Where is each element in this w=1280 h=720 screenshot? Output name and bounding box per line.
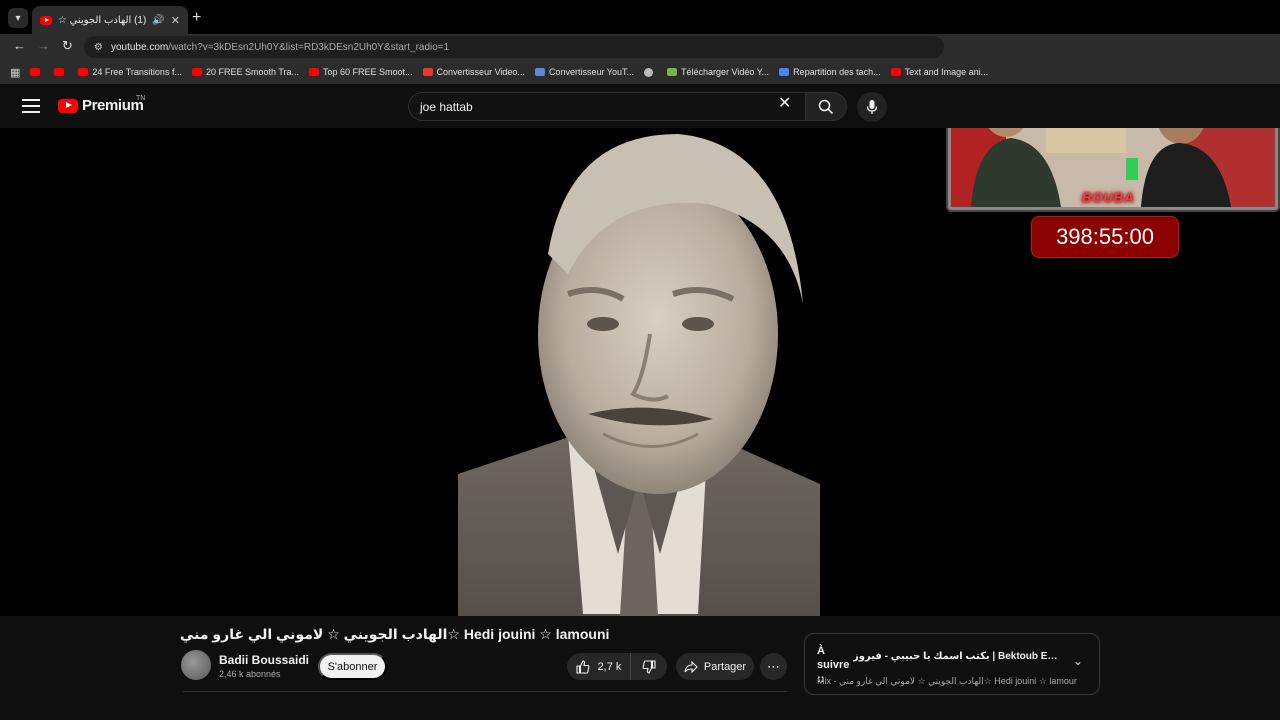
microphone-icon — [866, 100, 878, 114]
voice-search-button[interactable] — [857, 92, 887, 122]
bookmark-item[interactable] — [54, 68, 68, 76]
back-icon[interactable]: ← — [13, 38, 26, 53]
youtube-header: Premium TN joe hattab ✕ — [0, 84, 1280, 128]
logo-text: Premium — [82, 97, 144, 114]
timer-value: 398:55:00 — [1056, 224, 1154, 249]
address-bar[interactable]: ⚙ youtube.com/watch?v=3kDEsn2Uh0Y&list=R… — [84, 36, 944, 58]
country-code: TN — [136, 95, 146, 102]
divider — [183, 691, 787, 692]
youtube-favicon-icon — [40, 15, 52, 25]
youtube-logo[interactable]: Premium — [58, 97, 144, 114]
stream-timer: 398:55:00 — [1031, 216, 1179, 258]
like-dislike-group: 2,7 k — [567, 653, 667, 680]
tab-title: (1) الهادب الجويني ☆ لاموني — [58, 14, 147, 26]
download-icon — [667, 68, 677, 76]
video-details: الهادب الجويني ☆ لاموني الي غارو مني☆ He… — [0, 616, 1280, 720]
bookmark-item[interactable] — [644, 67, 657, 77]
chevron-down-icon[interactable]: ⌄ — [1073, 654, 1083, 668]
search-button[interactable] — [805, 92, 847, 121]
bookmark-item[interactable]: Convertisseur Video... — [422, 67, 525, 77]
up-next-playlist: Mix - الهادب الجويني ☆ لاموني الي غارو م… — [817, 676, 1077, 686]
url-host: youtube.com — [110, 41, 169, 53]
thumbs-down-icon — [642, 659, 656, 674]
bookmark-item[interactable]: 24 Free Transitions f... — [78, 67, 182, 77]
share-label: Partager — [703, 660, 747, 673]
new-tab-button[interactable]: + — [192, 9, 201, 27]
bookmark-item[interactable]: Télécharger Vidéo Y... — [667, 67, 769, 77]
subscribe-button[interactable]: S'abonner — [318, 653, 387, 680]
site-info-icon[interactable]: ⚙ — [94, 42, 103, 53]
search-icon — [818, 99, 834, 114]
bookmark-item[interactable]: 20 FREE Smooth Tra... — [191, 67, 299, 77]
browser-tab-strip: ▾ (1) الهادب الجويني ☆ لاموني 🔊 ✕ + — [0, 0, 1280, 34]
bookmark-item[interactable]: Convertisseur YouT... — [534, 67, 634, 77]
youtube-favicon-icon — [78, 68, 89, 76]
youtube-favicon-icon — [890, 68, 901, 76]
search-value: joe hattab — [420, 99, 473, 114]
globe-icon — [644, 67, 653, 77]
up-next-card[interactable]: À suivre :: بكتب اسمك يا حبيبي - فيروز |… — [804, 633, 1100, 695]
speaker-icon[interactable]: 🔊 — [152, 15, 164, 26]
share-icon — [684, 660, 698, 673]
more-actions-button[interactable]: ⋯ — [760, 653, 787, 680]
portrait-image — [458, 134, 820, 616]
youtube-favicon-icon — [309, 68, 319, 76]
subscriber-count: 2,46 k abonnés — [219, 669, 281, 679]
forward-icon[interactable]: → — [37, 38, 50, 53]
reload-icon[interactable]: ↻ — [62, 38, 73, 54]
bookmark-item[interactable]: Repartition des tach... — [779, 67, 881, 77]
like-button[interactable]: 2,7 k — [567, 653, 631, 680]
search-input[interactable]: joe hattab — [408, 92, 806, 121]
chevron-down-icon: ▾ — [15, 12, 21, 24]
youtube-favicon-icon — [30, 68, 41, 76]
bookmark-item[interactable]: Top 60 FREE Smoot... — [309, 67, 413, 77]
youtube-play-icon — [58, 98, 78, 113]
channel-avatar[interactable] — [181, 650, 211, 680]
up-next-title: بكتب اسمك يا حبيبي - فيروز | Bektoub Esm… — [853, 651, 1063, 662]
converter-favicon-icon — [422, 68, 433, 76]
dislike-button[interactable] — [631, 659, 667, 674]
url-path: /watch?v=3kDEsn2Uh0Y&list=RD3kDEsn2Uh0Y&… — [168, 41, 450, 53]
youtube-favicon-icon — [191, 68, 202, 76]
close-icon[interactable]: ✕ — [171, 14, 180, 27]
bookmarks-bar: ▦ 24 Free Transitions f... 20 FREE Smoot… — [0, 60, 1280, 84]
browser-tab[interactable]: (1) الهادب الجويني ☆ لاموني 🔊 ✕ — [32, 6, 188, 34]
menu-icon[interactable] — [22, 99, 40, 113]
bookmark-item[interactable]: Text and Image ani... — [890, 67, 988, 77]
share-button[interactable]: Partager — [676, 653, 754, 680]
webcam-label: BOUBA — [1082, 190, 1135, 205]
docs-icon — [779, 68, 790, 76]
thumbs-up-icon — [576, 659, 589, 674]
video-title: الهادب الجويني ☆ لاموني الي غارو مني☆ He… — [180, 626, 610, 642]
converter-favicon-icon — [534, 68, 545, 76]
more-icon: ⋯ — [767, 658, 780, 674]
bookmark-item[interactable] — [30, 68, 44, 76]
like-count: 2,7 k — [597, 660, 622, 673]
apps-grid-icon[interactable]: ▦ — [10, 66, 20, 79]
youtube-favicon-icon — [54, 68, 65, 76]
tab-search-button[interactable]: ▾ — [8, 8, 28, 28]
clear-icon[interactable]: ✕ — [778, 96, 791, 112]
channel-name[interactable]: Badii Boussaidi — [219, 653, 309, 667]
browser-toolbar: ← → ↻ ⚙ youtube.com/watch?v=3kDEsn2Uh0Y&… — [0, 34, 1280, 60]
